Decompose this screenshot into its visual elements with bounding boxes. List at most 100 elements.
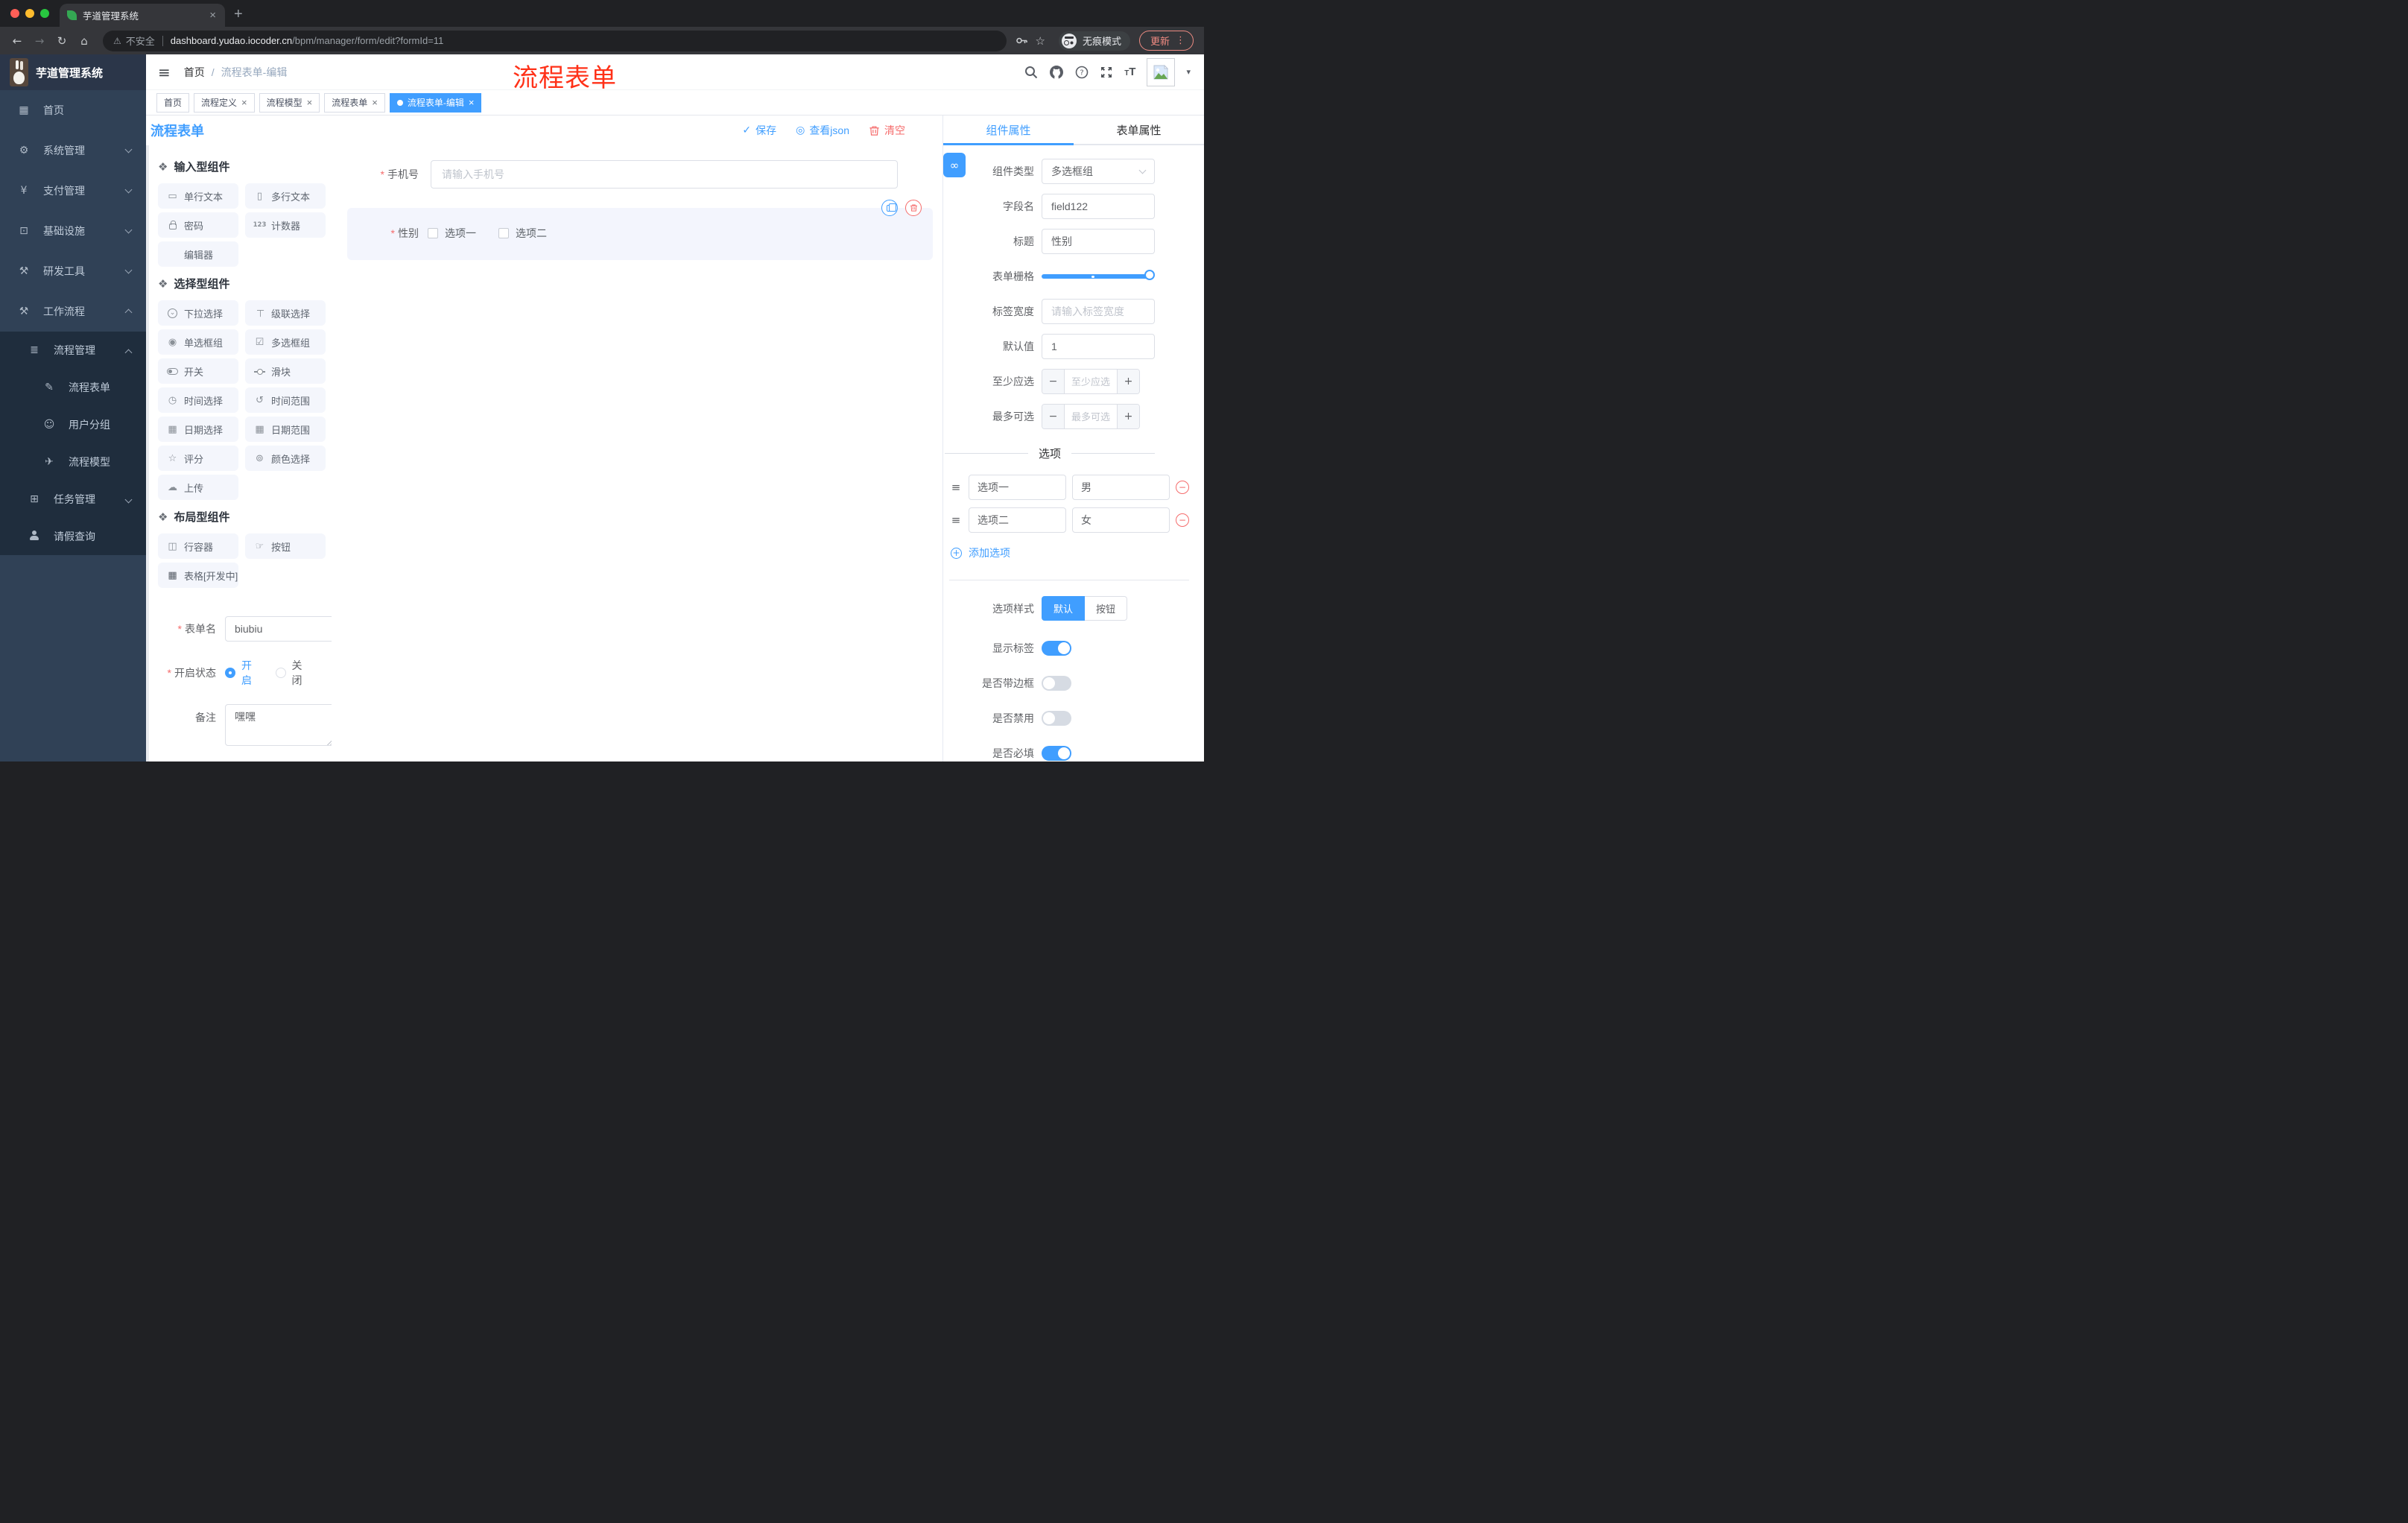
phone-field-row[interactable]: 手机号 (347, 160, 933, 189)
help-icon[interactable]: ? (1075, 66, 1089, 79)
sidebar-item-process-form[interactable]: ✎ 流程表单 (0, 369, 146, 406)
component-date-picker[interactable]: ▦ 日期选择 (158, 417, 238, 442)
style-button-button[interactable]: 按钮 (1085, 596, 1128, 621)
component-checkbox-group[interactable]: ☑ 多选框组 (245, 329, 326, 355)
component-editor[interactable]: 编辑器 (158, 241, 238, 267)
checkbox-box-icon[interactable] (498, 228, 509, 238)
sidebar-item-process-mgmt[interactable]: ≣ 流程管理 (0, 332, 146, 369)
label-width-input[interactable] (1042, 299, 1155, 324)
search-icon[interactable] (1024, 66, 1038, 79)
palette-scrollbar[interactable] (146, 145, 149, 762)
link-badge[interactable]: ∞ (943, 153, 966, 177)
forward-icon[interactable]: → (30, 34, 49, 48)
sidebar-item-payment[interactable]: ¥ 支付管理 (0, 171, 146, 211)
option-2-label-input[interactable] (969, 507, 1066, 533)
sidebar-item-task-mgmt[interactable]: ⊞ 任务管理 (0, 481, 146, 518)
back-icon[interactable]: ← (7, 34, 27, 48)
drag-handle-icon[interactable]: ≡ (949, 481, 963, 494)
zoom-window-button[interactable] (40, 9, 49, 18)
component-radio-group[interactable]: ◉ 单选框组 (158, 329, 238, 355)
increase-button[interactable]: + (1117, 405, 1139, 428)
tag-close-icon[interactable]: × (307, 97, 313, 108)
option-1-label-input[interactable] (969, 475, 1066, 500)
disabled-toggle[interactable] (1042, 711, 1071, 726)
checkbox-box-icon[interactable] (428, 228, 438, 238)
sidebar-item-user-group[interactable]: ☺ 用户分组 (0, 406, 146, 443)
tab-close-icon[interactable]: × (208, 9, 218, 22)
component-type-select[interactable]: 多选框组 (1042, 159, 1155, 184)
component-multi-line-text[interactable]: ▯ 多行文本 (245, 183, 326, 209)
new-tab-button[interactable]: + (234, 4, 243, 24)
sidebar-item-infra[interactable]: ⊡ 基础设施 (0, 211, 146, 251)
form-name-input[interactable] (225, 616, 332, 642)
component-single-line-text[interactable]: ▭ 单行文本 (158, 183, 238, 209)
component-button[interactable]: ☞ 按钮 (245, 533, 326, 559)
component-select[interactable]: ⌄ 下拉选择 (158, 300, 238, 326)
option-1-value-input[interactable] (1072, 475, 1170, 500)
password-key-icon[interactable] (1016, 34, 1028, 47)
sidebar-item-leave-query[interactable]: 请假查询 (0, 518, 146, 555)
copy-component-button[interactable] (881, 200, 898, 216)
min-select-input[interactable] (1065, 370, 1117, 393)
option-2-value-input[interactable] (1072, 507, 1170, 533)
tab-component-props[interactable]: 组件属性 (943, 115, 1074, 145)
tag-process-form[interactable]: 流程表单 × (324, 92, 385, 113)
github-icon[interactable] (1049, 65, 1064, 80)
show-label-toggle[interactable] (1042, 641, 1071, 656)
tag-close-icon[interactable]: × (372, 97, 378, 108)
close-window-button[interactable] (10, 9, 19, 18)
component-rate[interactable]: ☆ 评分 (158, 446, 238, 471)
home-icon[interactable]: ⌂ (75, 34, 94, 48)
component-color-picker[interactable]: ⊚ 颜色选择 (245, 446, 326, 471)
max-select-input[interactable] (1065, 405, 1117, 428)
decrease-button[interactable]: − (1042, 370, 1065, 393)
component-time-picker[interactable]: ◷ 时间选择 (158, 387, 238, 413)
tag-process-model[interactable]: 流程模型 × (259, 92, 320, 113)
increase-button[interactable]: + (1117, 370, 1139, 393)
tab-form-props[interactable]: 表单属性 (1074, 115, 1204, 144)
remove-option-button[interactable] (1176, 481, 1189, 494)
collapse-sidebar-icon[interactable]: ≡ (158, 63, 171, 81)
component-counter[interactable]: 123 计数器 (245, 212, 326, 238)
selected-component-gender[interactable]: 性别 选项一 选项二 (347, 200, 933, 260)
phone-input[interactable] (431, 160, 898, 189)
tag-home[interactable]: 首页 (156, 92, 190, 113)
component-date-range[interactable]: ▦ 日期范围 (245, 417, 326, 442)
sidebar-item-process-model[interactable]: ✈ 流程模型 (0, 443, 146, 481)
tag-close-icon[interactable]: × (469, 97, 475, 108)
component-password[interactable]: 密码 (158, 212, 238, 238)
bookmark-star-icon[interactable]: ☆ (1036, 34, 1045, 48)
slider-handle[interactable] (1144, 270, 1155, 280)
tag-process-definition[interactable]: 流程定义 × (194, 92, 255, 113)
status-on-radio[interactable]: 开启 (225, 658, 259, 688)
title-input[interactable] (1042, 229, 1155, 254)
component-time-range[interactable]: ↺ 时间范围 (245, 387, 326, 413)
component-row-container[interactable]: ◫ 行容器 (158, 533, 238, 559)
remove-option-button[interactable] (1176, 513, 1189, 527)
browser-menu-icon[interactable]: ⋮ (1176, 35, 1185, 46)
field-name-input[interactable] (1042, 194, 1155, 219)
breadcrumb-home[interactable]: 首页 (184, 65, 205, 80)
gender-field-row[interactable]: 性别 选项一 选项二 (347, 226, 933, 241)
fullscreen-icon[interactable] (1100, 66, 1113, 79)
component-switch[interactable]: 开关 (158, 358, 238, 384)
view-json-button[interactable]: ◎ 查看json (796, 123, 849, 138)
delete-component-button[interactable] (905, 200, 922, 216)
form-remark-textarea[interactable]: 嘿嘿 (225, 704, 332, 746)
sidebar-item-home[interactable]: ▦ 首页 (0, 90, 146, 130)
drag-handle-icon[interactable]: ≡ (949, 513, 963, 527)
sidebar-item-devtools[interactable]: ⚒ 研发工具 (0, 251, 146, 291)
form-grid-slider[interactable] (1042, 264, 1155, 289)
avatar[interactable] (1147, 57, 1176, 86)
component-table-wip[interactable]: ▦ 表格[开发中] (158, 563, 238, 588)
tag-close-icon[interactable]: × (241, 97, 247, 108)
component-cascader[interactable]: ⊢ 级联选择 (245, 300, 326, 326)
border-toggle[interactable] (1042, 676, 1071, 691)
decrease-button[interactable]: − (1042, 405, 1065, 428)
sidebar-item-workflow[interactable]: ⚒ 工作流程 (0, 291, 146, 332)
checkbox-option-2[interactable]: 选项二 (498, 226, 547, 241)
browser-tab[interactable]: 芋道管理系统 × (60, 4, 225, 27)
minimize-window-button[interactable] (25, 9, 34, 18)
reload-icon[interactable]: ↻ (52, 34, 72, 48)
checkbox-option-1[interactable]: 选项一 (428, 226, 476, 241)
